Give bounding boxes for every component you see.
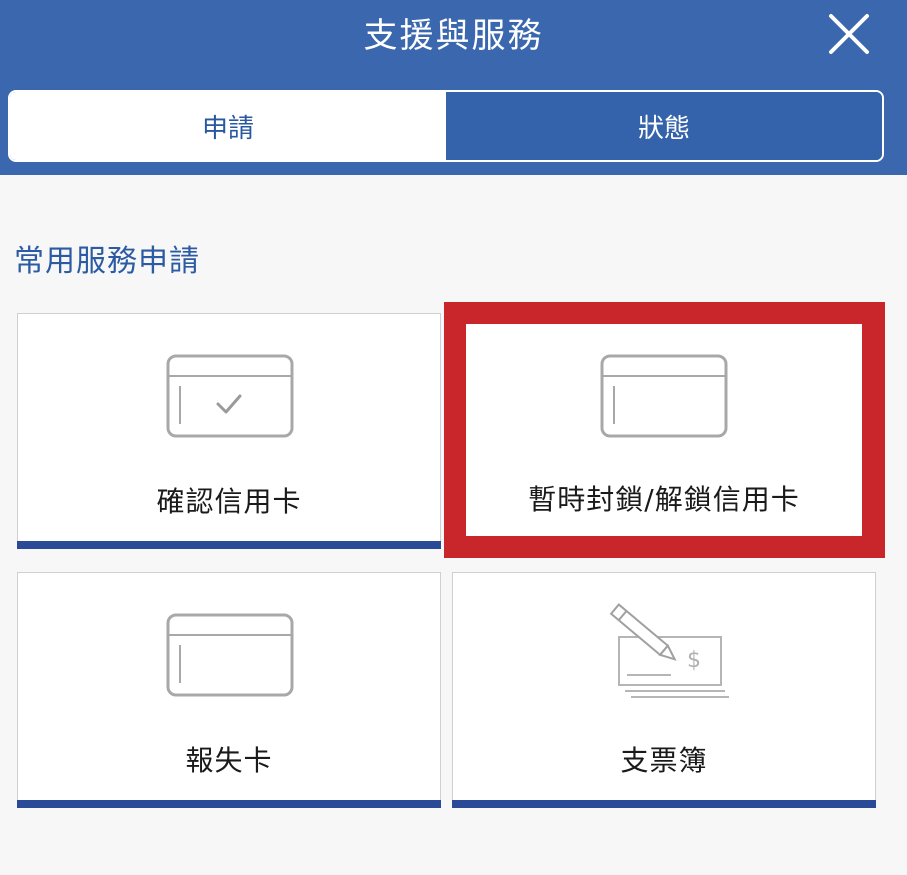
service-card-cheque-book[interactable]: $ 支票簿: [452, 572, 876, 808]
app-header: 支援與服務 申請 狀態: [0, 0, 907, 175]
card-accent-bar: [17, 800, 441, 808]
tab-apply-label: 申請: [201, 113, 254, 144]
service-card-verify-card[interactable]: 確認信用卡: [17, 313, 441, 549]
cheque-book-icon: $: [609, 603, 729, 698]
section-title: 常用服務申請: [14, 244, 200, 279]
service-label: 確認信用卡: [156, 485, 302, 518]
service-label: 支票簿: [620, 744, 708, 777]
service-label: 報失卡: [185, 744, 273, 777]
service-card-block-unblock[interactable]: 暫時封鎖/解鎖信用卡: [466, 324, 862, 536]
tab-status[interactable]: 狀態: [446, 92, 882, 160]
card-accent-bar: [452, 800, 876, 808]
card-icon: [166, 613, 294, 697]
service-card-report-lost[interactable]: 報失卡: [17, 572, 441, 808]
tab-bar: 申請 狀態: [8, 90, 884, 162]
card-accent-bar: [17, 541, 441, 549]
close-icon: [829, 14, 869, 54]
tab-apply[interactable]: 申請: [10, 92, 446, 160]
close-button[interactable]: [827, 12, 871, 56]
tab-status-label: 狀態: [637, 113, 690, 144]
svg-text:$: $: [687, 648, 701, 673]
card-icon: [600, 354, 728, 438]
service-label: 暫時封鎖/解鎖信用卡: [528, 483, 800, 516]
card-check-icon: [166, 354, 294, 438]
page-title: 支援與服務: [363, 16, 544, 56]
